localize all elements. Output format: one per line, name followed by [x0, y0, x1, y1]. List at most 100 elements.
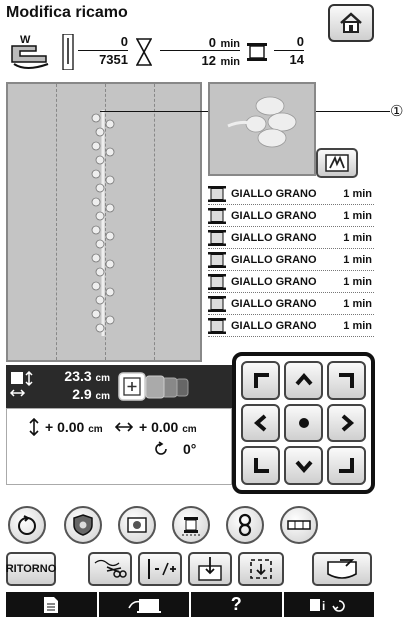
info-panel: 23.3 cm 2.9 cm + 0.00 cm + 0.00 cm 0° [6, 365, 232, 485]
density-button[interactable] [118, 506, 156, 544]
help-button[interactable]: ? [191, 592, 284, 617]
thread-color-list[interactable]: GIALLO GRANO 1 min GIALLO GRANO 1 min GI… [208, 183, 374, 337]
center-dot-icon [298, 417, 309, 428]
move-down-left-button[interactable] [241, 446, 280, 485]
thread-name: GIALLO GRANO [231, 320, 317, 332]
up-right-arrow-icon [338, 373, 354, 389]
settings-info-icon: i [309, 598, 345, 613]
manual-button[interactable] [6, 592, 99, 617]
color-current: 0 [296, 34, 304, 49]
flower-design-icon [227, 96, 297, 148]
thread-palette-button[interactable] [316, 148, 358, 178]
home-button[interactable] [328, 4, 374, 42]
rotate-icon [18, 515, 36, 535]
array-button[interactable] [280, 506, 318, 544]
needle-icon [62, 34, 74, 70]
thread-name: GIALLO GRANO [231, 232, 317, 244]
move-up-right-button[interactable] [327, 361, 366, 400]
embroidery-design [91, 110, 115, 336]
callout-marker: ① [390, 103, 404, 120]
pos-y: 0.00 [57, 419, 85, 435]
thread-row[interactable]: GIALLO GRANO 1 min [208, 183, 374, 205]
design-preview [208, 82, 316, 176]
sewing-machine-icon [128, 598, 161, 613]
thread-row[interactable]: GIALLO GRANO 1 min [208, 271, 374, 293]
right-arrow-icon [341, 414, 354, 432]
color-total: 14 [274, 50, 304, 67]
size-width-unit: cm [95, 391, 110, 402]
edit-tools-row [6, 506, 374, 548]
hourglass-icon [136, 38, 152, 66]
up-left-arrow-icon [253, 373, 269, 389]
density-icon [127, 517, 147, 533]
size-height-unit: cm [95, 373, 110, 384]
left-arrow-icon [253, 414, 266, 432]
thread-row[interactable]: GIALLO GRANO 1 min [208, 293, 374, 315]
move-right-button[interactable] [327, 403, 366, 443]
frame-size-button[interactable] [118, 372, 190, 401]
thread-spool-icon [208, 230, 226, 246]
thread-row[interactable]: GIALLO GRANO 1 min [208, 315, 374, 337]
design-size-icon [10, 371, 33, 397]
time-total: 12 [201, 53, 216, 68]
down-left-arrow-icon [253, 457, 269, 473]
border-button[interactable] [64, 506, 102, 544]
rotate-button[interactable] [8, 506, 46, 544]
thread-spool-icon [247, 43, 267, 61]
trial-frame-icon [250, 559, 272, 579]
thread-spool-icon [208, 296, 226, 312]
pos-y-sign: + [45, 419, 54, 435]
memory-pocket-icon [327, 559, 357, 579]
array-icon [287, 520, 311, 530]
stitch-current: 0 [120, 34, 128, 49]
horizontal-move-icon [115, 422, 133, 432]
document-icon [44, 596, 59, 613]
ritorno-button[interactable]: RITORNO [6, 552, 56, 586]
move-down-button[interactable] [284, 446, 323, 485]
stats-panel: W 0 7351 0 min 12 min 0 14 [6, 30, 326, 74]
thread-name: GIALLO GRANO [231, 210, 317, 222]
center-button[interactable] [284, 403, 323, 443]
size-bar: 23.3 cm 2.9 cm [6, 365, 232, 408]
position-panel: + 0.00 cm + 0.00 cm 0° [6, 408, 232, 485]
page-title: Modifica ricamo [6, 4, 128, 21]
thread-row[interactable]: GIALLO GRANO 1 min [208, 205, 374, 227]
thread-row[interactable]: GIALLO GRANO 1 min [208, 227, 374, 249]
move-arrow-pad [232, 352, 375, 494]
size-width: 2.9 [72, 386, 92, 402]
thread-time: 1 min [343, 210, 372, 222]
question-icon: ? [230, 594, 242, 614]
stitch-step-button[interactable] [138, 552, 182, 586]
pos-x-unit: cm [182, 424, 197, 435]
needle-position-button[interactable] [188, 552, 232, 586]
thread-row[interactable]: GIALLO GRANO 1 min [208, 249, 374, 271]
thread-color-button[interactable] [172, 506, 210, 544]
thread-name: GIALLO GRANO [231, 298, 317, 310]
trial-button[interactable] [238, 552, 284, 586]
repeat-button[interactable] [226, 506, 264, 544]
move-down-right-button[interactable] [327, 446, 366, 485]
embroidery-canvas[interactable] [6, 82, 202, 362]
stitch-count: 0 7351 [60, 32, 128, 72]
thread-spool-icon [208, 252, 226, 268]
needle-down-icon [198, 557, 222, 581]
memory-button[interactable] [312, 552, 372, 586]
thread-time: 1 min [343, 320, 372, 332]
move-up-left-button[interactable] [241, 361, 280, 400]
move-up-button[interactable] [284, 361, 323, 400]
jump-stitch-button[interactable] [88, 552, 132, 586]
time-unit-bottom: min [220, 56, 240, 68]
time-count: 0 min 12 min [132, 32, 240, 72]
thread-time: 1 min [343, 232, 372, 244]
move-left-button[interactable] [241, 403, 280, 443]
stitch-total: 7351 [78, 50, 128, 67]
machine-settings-button[interactable] [99, 592, 191, 617]
thread-name: GIALLO GRANO [231, 254, 317, 266]
color-count: 0 14 [244, 32, 304, 72]
vertical-move-icon [29, 418, 39, 436]
up-arrow-icon [294, 373, 313, 386]
pos-x-sign: + [139, 419, 148, 435]
needle-step-icon [148, 559, 176, 579]
settings-info-button[interactable]: i [284, 592, 375, 617]
presser-foot-w-icon: W [11, 34, 49, 69]
